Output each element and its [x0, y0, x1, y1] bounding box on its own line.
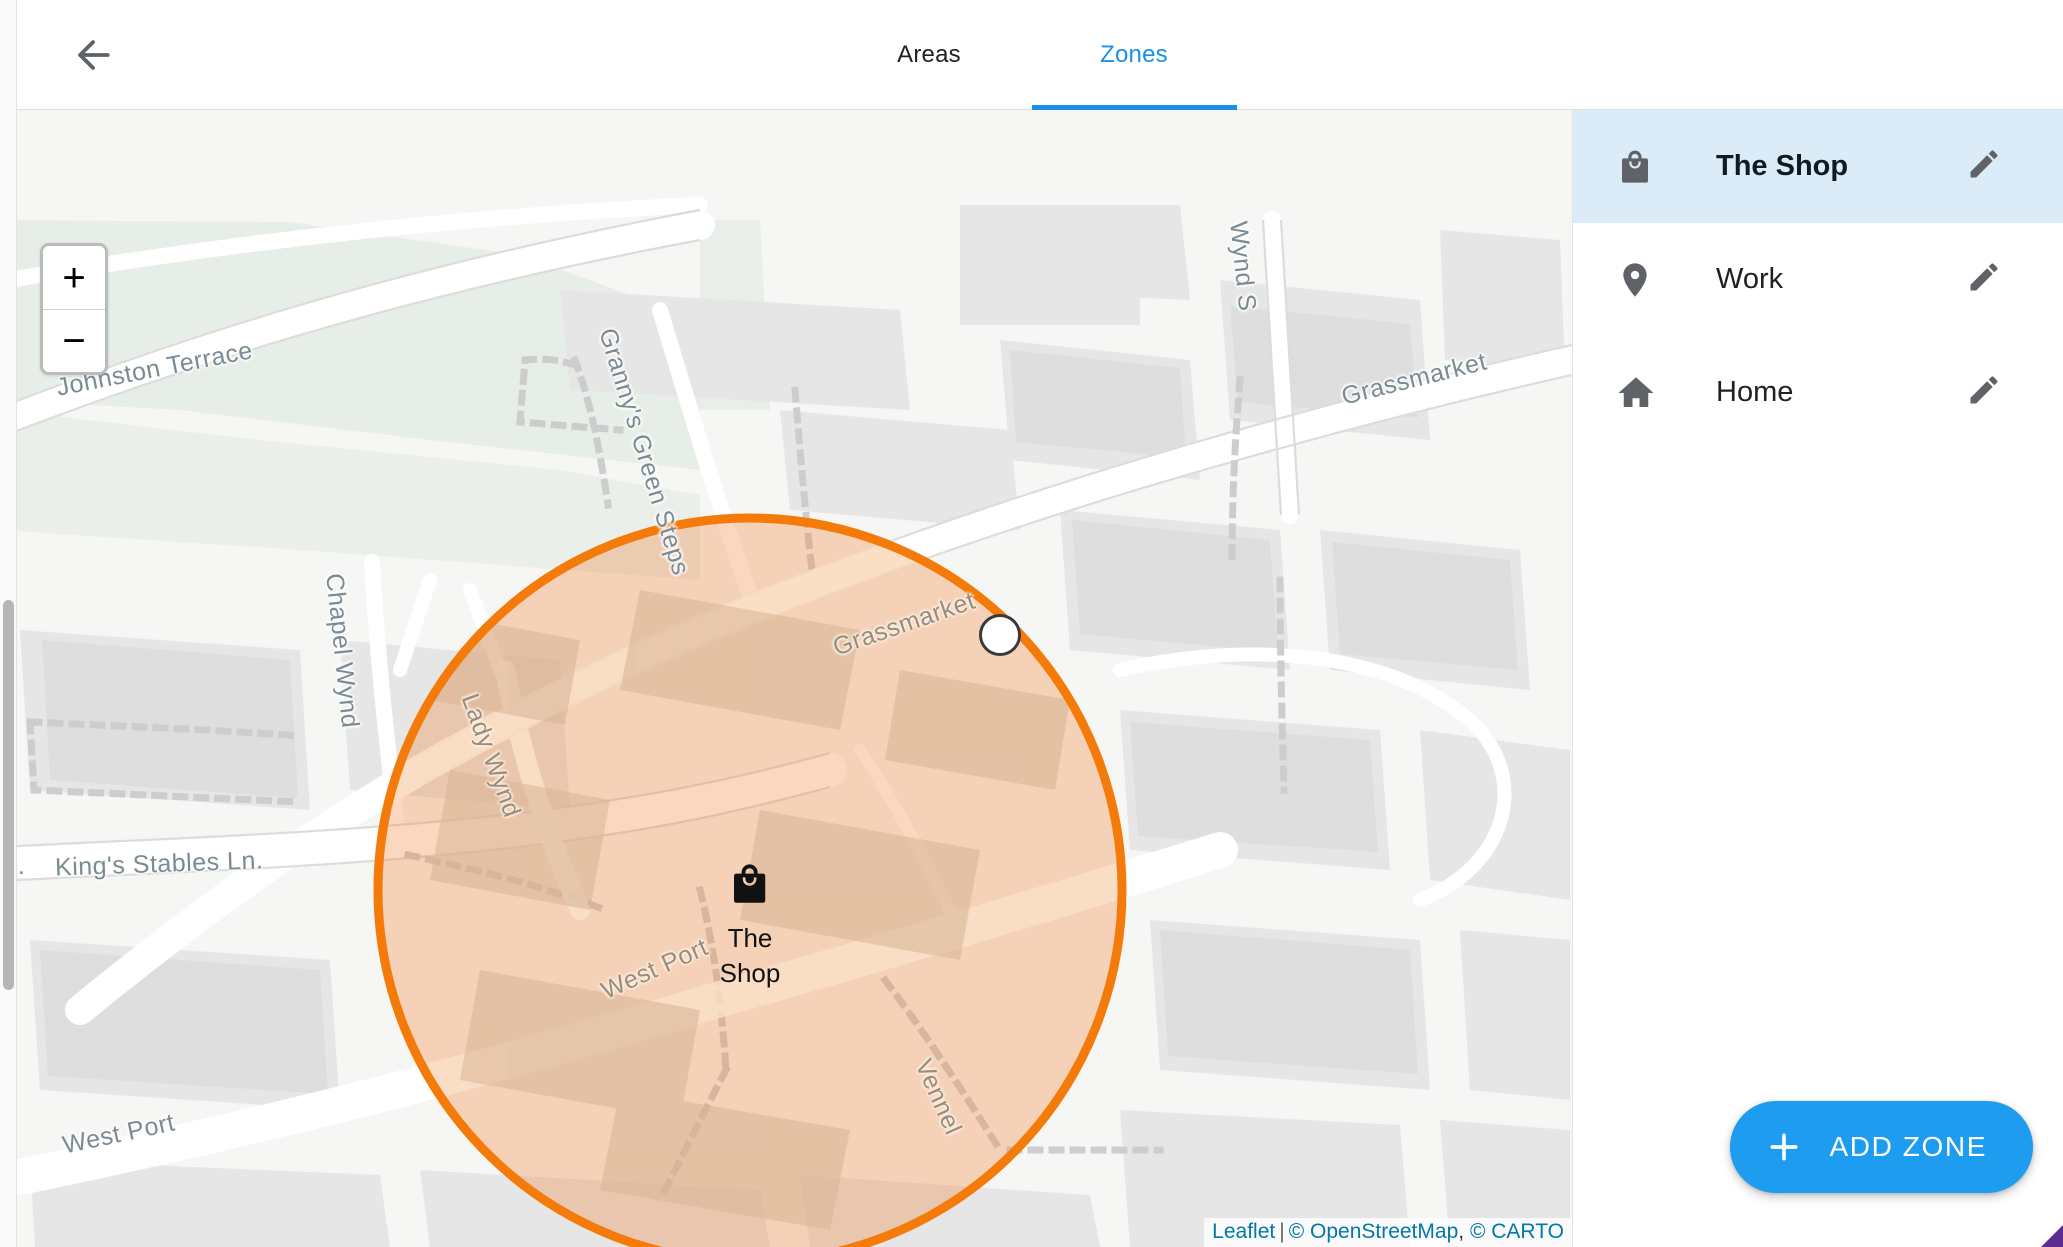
pencil-icon	[1966, 146, 2002, 187]
zone-row-the-shop[interactable]: The Shop	[1573, 110, 2063, 223]
zone-name: Home	[1716, 376, 1953, 409]
pencil-icon	[1966, 372, 2002, 413]
attribution-separator: |	[1279, 1220, 1284, 1243]
zoom-in-button[interactable]: +	[43, 246, 105, 309]
openstreetmap-link[interactable]: © OpenStreetMap	[1289, 1220, 1459, 1243]
map-attribution: Leaflet|© OpenStreetMap, © CARTO	[1204, 1218, 1572, 1247]
edit-zone-button-home[interactable]	[1953, 362, 2015, 424]
tab-areas[interactable]: Areas	[827, 0, 1032, 110]
page-scrollbar-thumb[interactable]	[3, 600, 14, 990]
plus-icon	[1764, 1127, 1804, 1167]
edit-zone-button-the-shop[interactable]	[1953, 136, 2015, 198]
zone-list: The Shop Work	[1573, 110, 2063, 449]
leaflet-link[interactable]: Leaflet	[1212, 1220, 1275, 1243]
home-icon	[1615, 371, 1671, 415]
content-body: Johnston Terrace Granny's Green Steps Gr…	[0, 110, 2063, 1247]
zoom-out-button[interactable]: −	[43, 309, 105, 372]
map-tiles	[0, 110, 1572, 1247]
zone-radius-handle[interactable]	[979, 614, 1021, 656]
edit-zone-button-work[interactable]	[1953, 249, 2015, 311]
page-scrollbar[interactable]	[0, 0, 17, 1247]
zone-row-home[interactable]: Home	[1573, 336, 2063, 449]
zone-name: The Shop	[1716, 150, 1953, 183]
map-pin-icon	[1615, 258, 1671, 302]
map-view[interactable]: Johnston Terrace Granny's Green Steps Gr…	[0, 110, 1572, 1247]
zone-name: Work	[1716, 263, 1953, 296]
corner-decoration	[2041, 1225, 2063, 1247]
back-button[interactable]	[62, 24, 124, 86]
map-zoom-controls: + −	[40, 243, 108, 375]
arrow-back-icon	[71, 33, 115, 77]
add-zone-label: ADD ZONE	[1830, 1131, 1987, 1163]
zones-sidebar: The Shop Work	[1572, 110, 2063, 1247]
add-zone-button[interactable]: ADD ZONE	[1730, 1101, 2033, 1193]
tab-bar: Areas Zones	[827, 0, 1237, 110]
pencil-icon	[1966, 259, 2002, 300]
zone-row-work[interactable]: Work	[1573, 223, 2063, 336]
app-header: Areas Zones	[0, 0, 2063, 110]
shopping-bag-icon	[1615, 145, 1671, 189]
map-canvas: Johnston Terrace Granny's Green Steps Gr…	[0, 110, 1572, 1247]
carto-link[interactable]: © CARTO	[1470, 1220, 1564, 1243]
tab-zones[interactable]: Zones	[1032, 0, 1237, 110]
zones-screen: Areas Zones	[0, 0, 2063, 1247]
attribution-comma: ,	[1458, 1220, 1464, 1243]
